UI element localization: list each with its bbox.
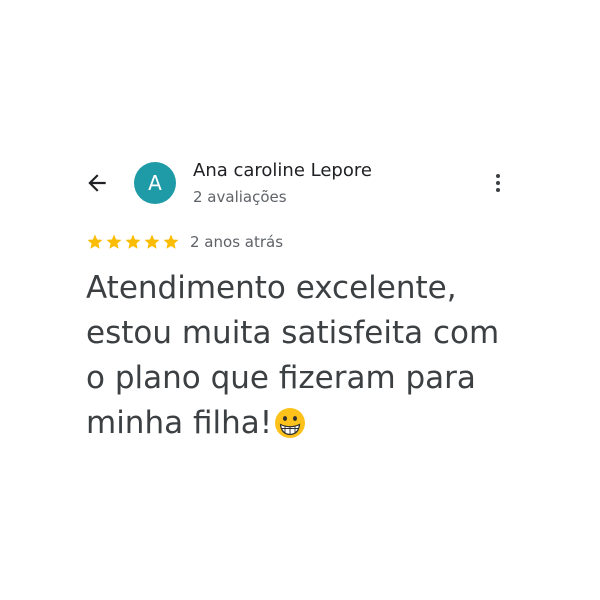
- star-icon: [125, 234, 141, 249]
- star-icon: [87, 234, 103, 249]
- back-button[interactable]: [82, 168, 112, 198]
- star-rating: [86, 233, 180, 251]
- review-count: 2 avaliações: [193, 188, 287, 206]
- more-options-button[interactable]: [484, 168, 512, 198]
- star-icon: [144, 234, 160, 249]
- more-vert-icon: [496, 174, 500, 178]
- grinning-face-emoji: [274, 407, 306, 439]
- reviewer-name[interactable]: Ana caroline Lepore: [193, 160, 372, 181]
- rating-row: 2 anos atrás: [86, 233, 283, 251]
- review-date: 2 anos atrás: [190, 233, 284, 251]
- arrow-back-icon: [88, 174, 106, 192]
- avatar[interactable]: A: [134, 162, 176, 204]
- star-icon: [163, 234, 179, 249]
- star-icon: [106, 234, 122, 249]
- avatar-letter: A: [148, 171, 162, 195]
- review-text: Atendimento excelente, estou muita satis…: [86, 266, 516, 446]
